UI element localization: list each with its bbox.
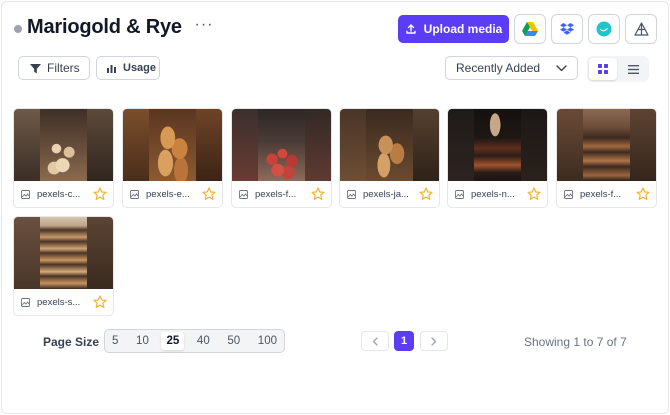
media-thumbnail[interactable]: [14, 109, 113, 181]
file-name: pexels-s...: [37, 297, 81, 308]
media-card[interactable]: pexels-f...: [556, 108, 657, 208]
page-size-label: Page Size: [43, 335, 100, 349]
canva-icon: [596, 21, 612, 37]
page-size-selector: 5 10 25 40 50 100: [104, 329, 285, 353]
page-size-option-40[interactable]: 40: [192, 332, 215, 350]
google-drive-button[interactable]: [514, 14, 546, 44]
list-icon: [627, 64, 639, 74]
chevron-left-icon: [372, 336, 378, 346]
file-name: pexels-c...: [37, 189, 81, 200]
filters-label: Filters: [47, 61, 80, 75]
previous-page-button[interactable]: [361, 331, 389, 351]
star-icon[interactable]: [93, 187, 107, 201]
media-card[interactable]: pexels-f...: [231, 108, 332, 208]
file-name: pexels-f...: [255, 189, 297, 200]
pagination-bar: Page Size 5 10 25 40 50 100 1 Showing 1 …: [0, 327, 670, 355]
media-thumbnail[interactable]: [340, 109, 439, 181]
image-icon: [564, 190, 573, 199]
canva-button[interactable]: [588, 14, 620, 44]
image-icon: [239, 190, 248, 199]
media-thumbnail[interactable]: [448, 109, 547, 181]
star-icon[interactable]: [419, 187, 433, 201]
page-title: Mariogold & Rye: [27, 16, 182, 38]
file-name: pexels-f...: [580, 189, 622, 200]
showing-count-text: Showing 1 to 7 of 7: [524, 335, 627, 349]
header: Mariogold & Rye ··· Upload media: [12, 12, 658, 46]
view-toggle: [587, 56, 649, 82]
upload-icon: [405, 24, 416, 34]
page-size-option-5[interactable]: 5: [107, 332, 123, 350]
chevron-right-icon: [431, 336, 437, 346]
upload-media-label: Upload media: [423, 22, 503, 36]
next-page-button[interactable]: [420, 331, 448, 351]
image-icon: [21, 298, 30, 307]
page-size-option-25[interactable]: 25: [161, 332, 185, 350]
triangle-shape-button[interactable]: [625, 14, 657, 44]
current-page-button[interactable]: 1: [394, 331, 414, 351]
grid-icon: [598, 64, 608, 74]
image-icon: [21, 190, 30, 199]
status-dot: [14, 25, 22, 33]
page-size-option-50[interactable]: 50: [222, 332, 245, 350]
sort-select[interactable]: Recently Added: [445, 56, 578, 80]
star-icon[interactable]: [202, 187, 216, 201]
usage-button[interactable]: Usage: [96, 56, 160, 80]
media-thumbnail[interactable]: [14, 217, 113, 289]
media-card[interactable]: pexels-ja...: [339, 108, 440, 208]
filters-button[interactable]: Filters: [18, 56, 90, 80]
page-size-option-100[interactable]: 100: [253, 332, 282, 350]
filter-icon: [30, 63, 41, 73]
media-thumbnail[interactable]: [557, 109, 656, 181]
star-icon[interactable]: [636, 187, 650, 201]
file-name: pexels-ja...: [363, 189, 409, 200]
usage-label: Usage: [123, 62, 157, 74]
bar-chart-icon: [107, 65, 116, 73]
media-card[interactable]: pexels-n...: [447, 108, 548, 208]
star-icon[interactable]: [311, 187, 325, 201]
image-icon: [347, 190, 356, 199]
grid-view-button[interactable]: [589, 58, 617, 80]
media-thumbnail[interactable]: [123, 109, 222, 181]
file-name: pexels-e...: [146, 189, 190, 200]
media-grid: pexels-c... pexels-e... pexels-f... pexe…: [13, 108, 657, 318]
image-icon: [130, 190, 139, 199]
google-drive-icon: [522, 22, 538, 36]
media-card[interactable]: pexels-s...: [13, 216, 114, 316]
media-thumbnail[interactable]: [232, 109, 331, 181]
media-card[interactable]: pexels-c...: [13, 108, 114, 208]
dropbox-icon: [560, 23, 574, 35]
file-name: pexels-n...: [471, 189, 515, 200]
upload-media-button[interactable]: Upload media: [398, 15, 509, 43]
list-view-button[interactable]: [619, 58, 647, 80]
star-icon[interactable]: [527, 187, 541, 201]
star-icon[interactable]: [93, 295, 107, 309]
chevron-down-icon: [556, 64, 567, 71]
media-card[interactable]: pexels-e...: [122, 108, 223, 208]
shape-icon: [633, 22, 649, 36]
toolbar: Filters Usage Recently Added: [18, 56, 650, 82]
dropbox-button[interactable]: [551, 14, 583, 44]
sort-value: Recently Added: [456, 61, 541, 75]
image-icon: [455, 190, 464, 199]
page-size-option-10[interactable]: 10: [131, 332, 154, 350]
more-options-button[interactable]: ···: [194, 16, 214, 38]
